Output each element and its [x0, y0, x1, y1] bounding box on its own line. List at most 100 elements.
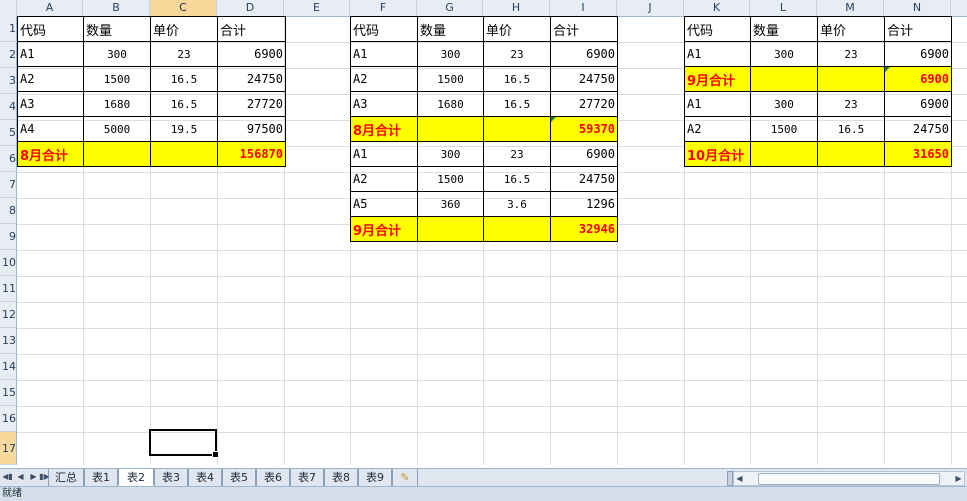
first-sheet-icon[interactable]: ◀▮ [2, 470, 13, 484]
cell-code[interactable]: A3 [17, 91, 84, 117]
total-label-cell[interactable]: 9月合计 [684, 66, 751, 92]
row-header-1[interactable]: 1 [0, 16, 17, 42]
column-header-l[interactable]: L [750, 0, 817, 16]
total-value-cell[interactable]: 32946 [550, 216, 618, 242]
empty-cell[interactable] [483, 116, 551, 142]
cell-total[interactable]: 24750 [550, 166, 618, 192]
cell-total[interactable]: 27720 [550, 91, 618, 117]
cell-code[interactable]: A2 [17, 66, 84, 92]
column-header-e[interactable]: E [284, 0, 350, 16]
sheet-tab-3[interactable]: 表3 [154, 469, 188, 486]
cell-quantity[interactable]: 300 [83, 41, 151, 67]
cell-total[interactable]: 27720 [217, 91, 286, 117]
next-sheet-icon[interactable]: ▶ [28, 470, 39, 484]
header-cell-price[interactable]: 单价 [817, 16, 885, 42]
cell-total[interactable]: 24750 [217, 66, 286, 92]
cell-code[interactable]: A2 [684, 116, 751, 142]
sheet-tab-1[interactable]: 表1 [84, 469, 118, 486]
column-header-a[interactable]: A [17, 0, 83, 16]
sheet-tab-4[interactable]: 表4 [188, 469, 222, 486]
row-header-2[interactable]: 2 [0, 42, 17, 68]
total-label-cell[interactable]: 8月合计 [350, 116, 418, 142]
cell-price[interactable]: 16.5 [150, 66, 218, 92]
row-header-7[interactable]: 7 [0, 172, 17, 198]
cell-total[interactable]: 6900 [217, 41, 286, 67]
row-header-4[interactable]: 4 [0, 94, 17, 120]
row-header-13[interactable]: 13 [0, 328, 17, 354]
cell-code[interactable]: A1 [684, 41, 751, 67]
column-header-d[interactable]: D [217, 0, 284, 16]
row-header-6[interactable]: 6 [0, 146, 17, 172]
header-cell-total[interactable]: 合计 [884, 16, 952, 42]
cell-quantity[interactable]: 300 [417, 41, 484, 67]
cell-total[interactable]: 6900 [884, 91, 952, 117]
prev-sheet-icon[interactable]: ◀ [15, 470, 26, 484]
column-header-k[interactable]: K [684, 0, 750, 16]
cell-price[interactable]: 16.5 [483, 166, 551, 192]
cell-quantity[interactable]: 1680 [417, 91, 484, 117]
empty-cell[interactable] [150, 141, 218, 167]
header-cell-quantity[interactable]: 数量 [83, 16, 151, 42]
column-header-f[interactable]: F [350, 0, 417, 16]
header-cell-code[interactable]: 代码 [350, 16, 418, 42]
header-cell-quantity[interactable]: 数量 [750, 16, 818, 42]
horizontal-scrollbar[interactable]: ◀ ▶ [733, 471, 965, 486]
sheet-tab-summary[interactable]: 汇总 [48, 469, 84, 486]
cell-quantity[interactable]: 1500 [417, 66, 484, 92]
column-header-c[interactable]: C [150, 0, 217, 16]
total-value-cell[interactable]: 156870 [217, 141, 286, 167]
insert-sheet-icon[interactable]: ✎ [392, 469, 418, 486]
cell-code[interactable]: A3 [350, 91, 418, 117]
empty-cell[interactable] [417, 116, 484, 142]
header-cell-price[interactable]: 单价 [150, 16, 218, 42]
cell-price[interactable]: 23 [483, 141, 551, 167]
cell-total[interactable]: 6900 [550, 141, 618, 167]
header-cell-total[interactable]: 合计 [217, 16, 286, 42]
row-header-17[interactable]: 17 [0, 432, 17, 465]
spreadsheet-grid[interactable]: A B C D E F G H I J K L M N 1 2 3 4 5 6 … [0, 0, 967, 465]
cell-price[interactable]: 16.5 [483, 66, 551, 92]
cell-code[interactable]: A1 [350, 41, 418, 67]
cell-code[interactable]: A1 [350, 141, 418, 167]
cell-quantity[interactable]: 5000 [83, 116, 151, 142]
cell-quantity[interactable]: 1500 [750, 116, 818, 142]
cell-price[interactable]: 23 [817, 41, 885, 67]
row-header-11[interactable]: 11 [0, 276, 17, 302]
cell-price[interactable]: 23 [817, 91, 885, 117]
cell-total[interactable]: 1296 [550, 191, 618, 217]
cell-price[interactable]: 19.5 [150, 116, 218, 142]
cell-total[interactable]: 6900 [550, 41, 618, 67]
column-header-m[interactable]: M [817, 0, 884, 16]
row-header-16[interactable]: 16 [0, 406, 17, 432]
empty-cell[interactable] [817, 66, 885, 92]
scrollbar-thumb[interactable] [758, 473, 940, 485]
row-header-9[interactable]: 9 [0, 224, 17, 250]
cell-price[interactable]: 23 [483, 41, 551, 67]
cell-quantity[interactable]: 300 [750, 41, 818, 67]
empty-cell[interactable] [483, 216, 551, 242]
sheet-tab-5[interactable]: 表5 [222, 469, 256, 486]
cell-code[interactable]: A2 [350, 166, 418, 192]
row-header-12[interactable]: 12 [0, 302, 17, 328]
header-cell-price[interactable]: 单价 [483, 16, 551, 42]
cell-quantity[interactable]: 300 [417, 141, 484, 167]
row-header-10[interactable]: 10 [0, 250, 17, 276]
column-header-i[interactable]: I [550, 0, 617, 16]
cell-code[interactable]: A4 [17, 116, 84, 142]
row-header-3[interactable]: 3 [0, 68, 17, 94]
column-header-j[interactable]: J [617, 0, 684, 16]
header-cell-quantity[interactable]: 数量 [417, 16, 484, 42]
cell-total[interactable]: 24750 [884, 116, 952, 142]
total-value-cell[interactable]: 59370 [550, 116, 618, 142]
column-header-h[interactable]: H [483, 0, 550, 16]
sheet-tab-8[interactable]: 表8 [324, 469, 358, 486]
cell-code[interactable]: A1 [684, 91, 751, 117]
total-label-cell[interactable]: 8月合计 [17, 141, 84, 167]
row-header-14[interactable]: 14 [0, 354, 17, 380]
cell-quantity[interactable]: 1500 [417, 166, 484, 192]
cell-price[interactable]: 16.5 [483, 91, 551, 117]
total-value-cell[interactable]: 6900 [884, 66, 952, 92]
cell-code[interactable]: A5 [350, 191, 418, 217]
row-header-8[interactable]: 8 [0, 198, 17, 224]
cell-price[interactable]: 23 [150, 41, 218, 67]
